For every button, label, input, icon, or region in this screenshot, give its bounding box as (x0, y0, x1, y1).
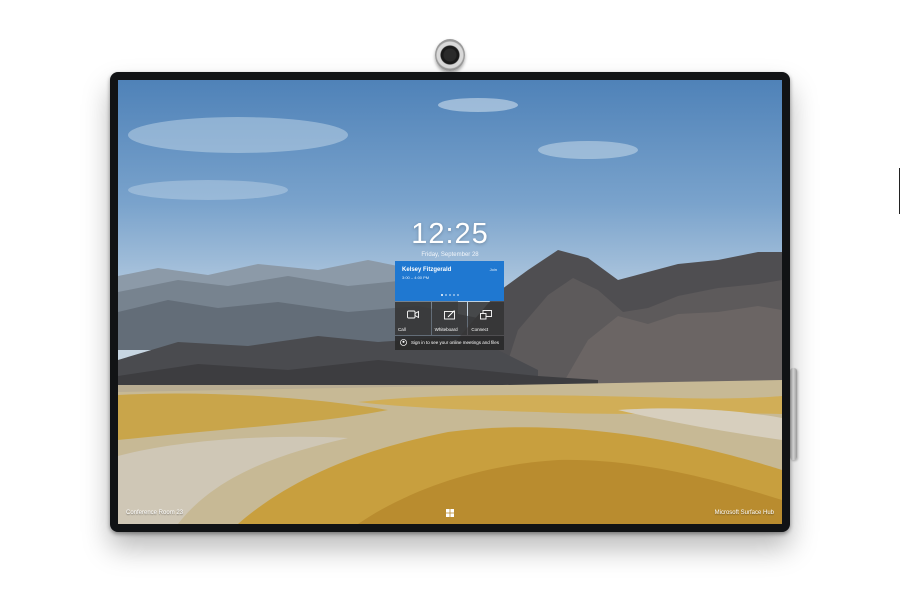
connect-label: Connect (471, 327, 489, 332)
webcam (435, 39, 465, 71)
carousel-dot[interactable] (448, 294, 451, 296)
call-button[interactable]: Call (395, 302, 431, 335)
whiteboard-pen-icon (443, 310, 455, 320)
carousel-dot[interactable] (452, 294, 455, 296)
connect-screens-icon (480, 310, 493, 320)
call-label: Call (398, 327, 406, 332)
product-stage: 12:25 Friday, September 28 Kelsey Fitzge… (0, 0, 900, 600)
carousel-dot[interactable] (444, 294, 447, 296)
carousel-dots[interactable] (395, 293, 504, 298)
windows-logo-icon[interactable] (446, 509, 454, 517)
whiteboard-label: Whiteboard (434, 327, 458, 332)
connect-button[interactable]: Connect (468, 302, 505, 335)
meeting-organizer: Kelsey Fitzgerald (402, 267, 452, 273)
action-tiles: Call Whiteboard Connect (395, 302, 505, 335)
meeting-time: 3:00 – 4:00 PM (402, 275, 430, 280)
stylus-pen (790, 368, 797, 460)
surface-hub-device: 12:25 Friday, September 28 Kelsey Fitzge… (110, 72, 900, 532)
sign-in-text: Sign in to see your online meetings and … (411, 340, 500, 345)
person-icon (400, 339, 407, 346)
room-name: Conference Room 23 (126, 510, 184, 516)
meeting-join-link[interactable]: Join (490, 267, 497, 272)
video-camera-icon (406, 310, 419, 319)
whiteboard-button[interactable]: Whiteboard (431, 302, 468, 335)
carousel-dot[interactable] (440, 294, 443, 296)
brand-label: Microsoft Surface Hub (714, 510, 774, 516)
meeting-card[interactable]: Kelsey Fitzgerald 3:00 – 4:00 PM Join (395, 261, 504, 301)
sign-in-bar[interactable]: Sign in to see your online meetings and … (395, 336, 504, 350)
lock-screen: 12:25 Friday, September 28 Kelsey Fitzge… (118, 80, 782, 524)
carousel-dot[interactable] (456, 294, 459, 296)
welcome-panel: Kelsey Fitzgerald 3:00 – 4:00 PM Join Ca… (395, 261, 505, 350)
lock-screen-clock: 12:25 (411, 218, 489, 250)
lock-screen-date: Friday, September 28 (421, 252, 479, 258)
